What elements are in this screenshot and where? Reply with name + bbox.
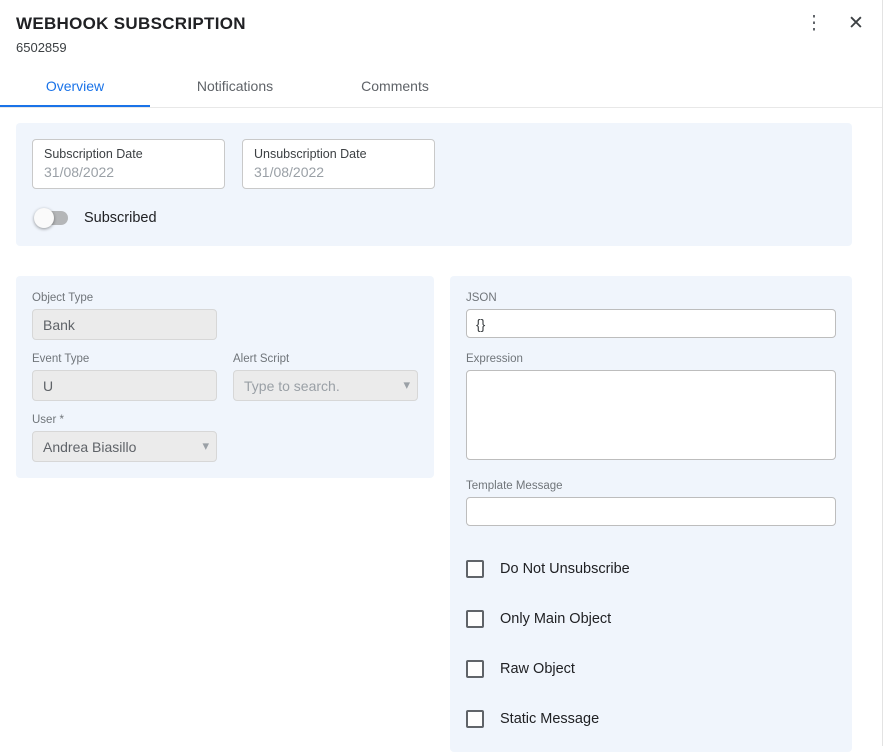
message-panel: JSON Expression Template Message Do Not … [450,276,852,752]
overview-content: Subscription Date 31/08/2022 Unsubscript… [0,108,868,752]
option-checkboxes: Do Not Unsubscribe Only Main Object Raw … [466,560,836,728]
alert-script-group: Alert Script ▾ [233,353,418,401]
checkbox-icon[interactable] [466,560,484,578]
checkbox-only-main-object[interactable]: Only Main Object [466,610,836,628]
json-label: JSON [466,292,836,304]
event-type-input[interactable] [32,370,217,401]
event-alert-row: Event Type Alert Script ▾ [32,353,418,401]
object-type-label: Object Type [32,292,418,304]
checkbox-label: Only Main Object [500,611,611,627]
alert-script-select[interactable]: ▾ [233,370,418,401]
header-actions: ⋮ ✕ [801,10,869,36]
subscribed-toggle[interactable] [34,208,70,228]
checkbox-raw-object[interactable]: Raw Object [466,660,836,678]
tab-bar: Overview Notifications Comments [0,67,895,108]
user-label: User * [32,414,418,426]
checkbox-label: Do Not Unsubscribe [500,561,630,577]
json-group: JSON [466,292,836,338]
object-type-input[interactable] [32,309,217,340]
subscription-date-value: 31/08/2022 [44,164,213,180]
user-group: User * ▾ [32,414,418,462]
kebab-menu-icon[interactable]: ⋮ [801,10,827,36]
lower-panels: Object Type Event Type Alert Script ▾ [16,276,852,752]
expression-label: Expression [466,353,836,365]
dialog-header: WEBHOOK SUBSCRIPTION 6502859 ⋮ ✕ [0,0,895,63]
checkbox-static-message[interactable]: Static Message [466,710,836,728]
checkbox-icon[interactable] [466,610,484,628]
subscribed-toggle-label: Subscribed [84,210,157,226]
page-title: WEBHOOK SUBSCRIPTION [16,14,879,34]
template-message-input[interactable] [466,497,836,526]
event-type-group: Event Type [32,353,217,401]
unsubscription-date-value: 31/08/2022 [254,164,423,180]
template-message-group: Template Message [466,480,836,526]
tab-notifications[interactable]: Notifications [150,67,320,107]
close-icon[interactable]: ✕ [843,10,869,36]
expression-textarea[interactable] [466,370,836,460]
object-type-group: Object Type [32,292,418,340]
toggle-thumb-icon [34,208,54,228]
tab-comments[interactable]: Comments [320,67,470,107]
checkbox-icon[interactable] [466,660,484,678]
record-id: 6502859 [16,40,879,55]
json-input[interactable] [466,309,836,338]
details-panel: Object Type Event Type Alert Script ▾ [16,276,434,478]
checkbox-label: Raw Object [500,661,575,677]
subscribed-toggle-row: Subscribed [32,206,836,230]
user-input[interactable] [32,431,217,462]
date-fields-row: Subscription Date 31/08/2022 Unsubscript… [32,139,836,189]
alert-script-label: Alert Script [233,353,418,365]
template-message-label: Template Message [466,480,836,492]
unsubscription-date-field[interactable]: Unsubscription Date 31/08/2022 [242,139,435,189]
checkbox-do-not-unsubscribe[interactable]: Do Not Unsubscribe [466,560,836,578]
checkbox-label: Static Message [500,711,599,727]
webhook-subscription-dialog: WEBHOOK SUBSCRIPTION 6502859 ⋮ ✕ Overvie… [0,0,895,746]
subscription-date-field[interactable]: Subscription Date 31/08/2022 [32,139,225,189]
alert-script-input[interactable] [233,370,418,401]
checkbox-icon[interactable] [466,710,484,728]
unsubscription-date-label: Unsubscription Date [254,147,423,161]
subscription-date-label: Subscription Date [44,147,213,161]
tab-overview[interactable]: Overview [0,67,150,107]
page-edge-divider [882,0,895,746]
user-select[interactable]: ▾ [32,431,217,462]
event-type-label: Event Type [32,353,217,365]
subscription-panel: Subscription Date 31/08/2022 Unsubscript… [16,123,852,246]
expression-group: Expression [466,353,836,465]
